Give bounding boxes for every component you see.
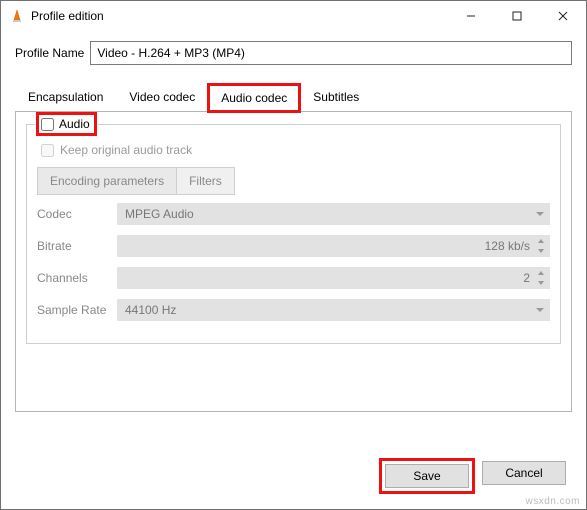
save-button[interactable]: Save (385, 464, 469, 488)
bitrate-value: 128 kb/s (485, 239, 530, 253)
audio-group: Audio Keep original audio track Encoding… (26, 124, 561, 344)
close-button[interactable] (540, 1, 586, 31)
minimize-button[interactable] (448, 1, 494, 31)
samplerate-dropdown[interactable]: 44100 Hz (117, 299, 550, 321)
titlebar: Profile edition (1, 1, 586, 31)
bitrate-label: Bitrate (37, 239, 117, 253)
codec-dropdown[interactable]: MPEG Audio (117, 203, 550, 225)
chevron-down-icon[interactable] (534, 246, 548, 256)
chevron-up-icon[interactable] (534, 236, 548, 246)
audio-enable-checkbox[interactable] (41, 118, 54, 131)
keep-original-checkbox[interactable] (41, 144, 54, 157)
audio-subtabs: Encoding parameters Filters (37, 167, 550, 195)
chevron-up-icon[interactable] (534, 268, 548, 278)
dialog-footer: Save Cancel (382, 461, 566, 491)
samplerate-value: 44100 Hz (125, 303, 176, 317)
tab-encapsulation[interactable]: Encapsulation (15, 83, 116, 111)
main-tabs: Encapsulation Video codec Audio codec Su… (15, 83, 572, 112)
maximize-button[interactable] (494, 1, 540, 31)
tab-video-codec[interactable]: Video codec (116, 83, 208, 111)
codec-label: Codec (37, 207, 117, 221)
bitrate-spinner[interactable]: 128 kb/s (117, 235, 550, 257)
audio-legend-label: Audio (59, 117, 90, 131)
subtab-encoding-parameters[interactable]: Encoding parameters (37, 167, 177, 195)
subtab-filters[interactable]: Filters (177, 167, 235, 195)
chevron-down-icon[interactable] (534, 278, 548, 288)
channels-label: Channels (37, 271, 117, 285)
samplerate-label: Sample Rate (37, 303, 117, 317)
cancel-button[interactable]: Cancel (482, 461, 566, 485)
window-controls (448, 1, 586, 31)
tab-audio-codec[interactable]: Audio codec (208, 84, 300, 112)
watermark-text: wsxdn.com (525, 496, 580, 507)
profile-name-label: Profile Name (15, 46, 84, 60)
channels-spinner[interactable]: 2 (117, 267, 550, 289)
codec-value: MPEG Audio (125, 207, 194, 221)
profile-edition-window: Profile edition Profile Name Encapsulati… (0, 0, 587, 510)
tab-subtitles[interactable]: Subtitles (300, 83, 372, 111)
encoding-parameters-panel: Codec MPEG Audio Bitrate 128 kb/s Channe… (37, 195, 550, 321)
profile-name-input[interactable] (90, 41, 572, 65)
channels-value: 2 (523, 271, 530, 285)
vlc-cone-icon (9, 8, 25, 24)
keep-original-label: Keep original audio track (60, 143, 192, 157)
window-title: Profile edition (31, 9, 448, 23)
audio-codec-panel: Audio Keep original audio track Encoding… (15, 112, 572, 412)
